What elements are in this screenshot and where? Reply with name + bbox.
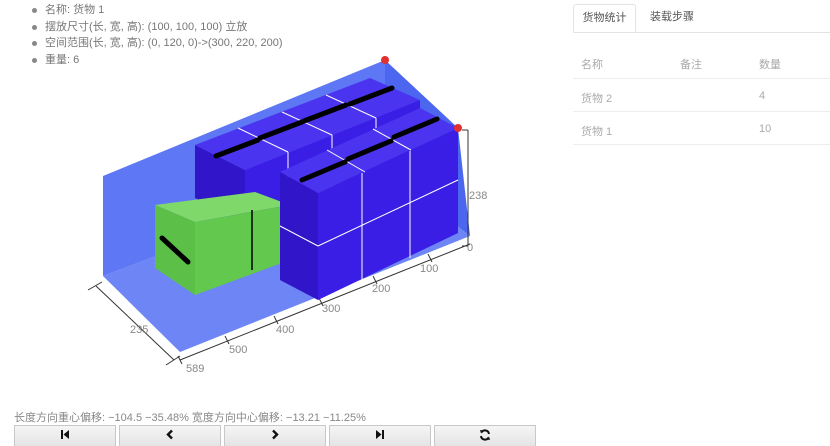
- next-step-button[interactable]: [224, 425, 326, 446]
- height-label-bottom: 0: [467, 242, 473, 254]
- first-step-button[interactable]: [14, 425, 116, 446]
- refresh-icon: [480, 429, 490, 441]
- length-label-500: 500: [229, 344, 247, 356]
- table-header: 名称 备注 数量: [573, 44, 830, 79]
- length-label-100: 100: [420, 263, 438, 275]
- length-label-589: 589: [186, 363, 204, 375]
- header-name: 名称: [581, 59, 603, 71]
- skip-first-icon: [61, 430, 69, 439]
- header-qty: 数量: [759, 59, 781, 71]
- length-label-300: 300: [322, 303, 340, 315]
- skip-last-icon: [376, 430, 384, 439]
- last-step-button[interactable]: [329, 425, 431, 446]
- length-label-400: 400: [276, 324, 294, 336]
- chevron-right-icon: [272, 429, 279, 440]
- chevron-left-icon: [166, 429, 173, 440]
- loading-3d-view[interactable]: 238 0 100 200 300 400 500 589 235: [0, 0, 560, 408]
- side-panel: 货物统计 装载步骤 名称 备注 数量 货物 2 4 货物 1 10: [573, 0, 830, 446]
- row-qty: 10: [759, 123, 772, 135]
- height-label-top: 238: [469, 190, 487, 202]
- row-name: 货物 1: [581, 126, 613, 138]
- prev-step-button[interactable]: [119, 425, 221, 446]
- header-note: 备注: [680, 59, 702, 71]
- row-qty: 4: [759, 90, 766, 102]
- tab-loading-steps[interactable]: 装载步骤: [639, 4, 705, 32]
- corner-marker-front: [454, 124, 462, 132]
- center-offset-stats: 长度方向重心偏移: −104.5 −35.48% 宽度方向中心偏移: −13.2…: [14, 412, 366, 424]
- width-label: 235: [130, 324, 148, 336]
- cargo-stats-table: 名称 备注 数量 货物 2 4 货物 1 10: [573, 44, 830, 145]
- panel-tabs: 货物统计 装载步骤: [573, 4, 830, 33]
- row-name: 货物 2: [581, 93, 613, 105]
- length-label-200: 200: [372, 283, 390, 295]
- table-row[interactable]: 货物 1 10: [573, 112, 830, 145]
- corner-marker-back: [381, 56, 389, 64]
- tab-cargo-stats[interactable]: 货物统计: [573, 4, 636, 32]
- table-row[interactable]: 货物 2 4: [573, 79, 830, 112]
- reset-button[interactable]: [434, 425, 536, 446]
